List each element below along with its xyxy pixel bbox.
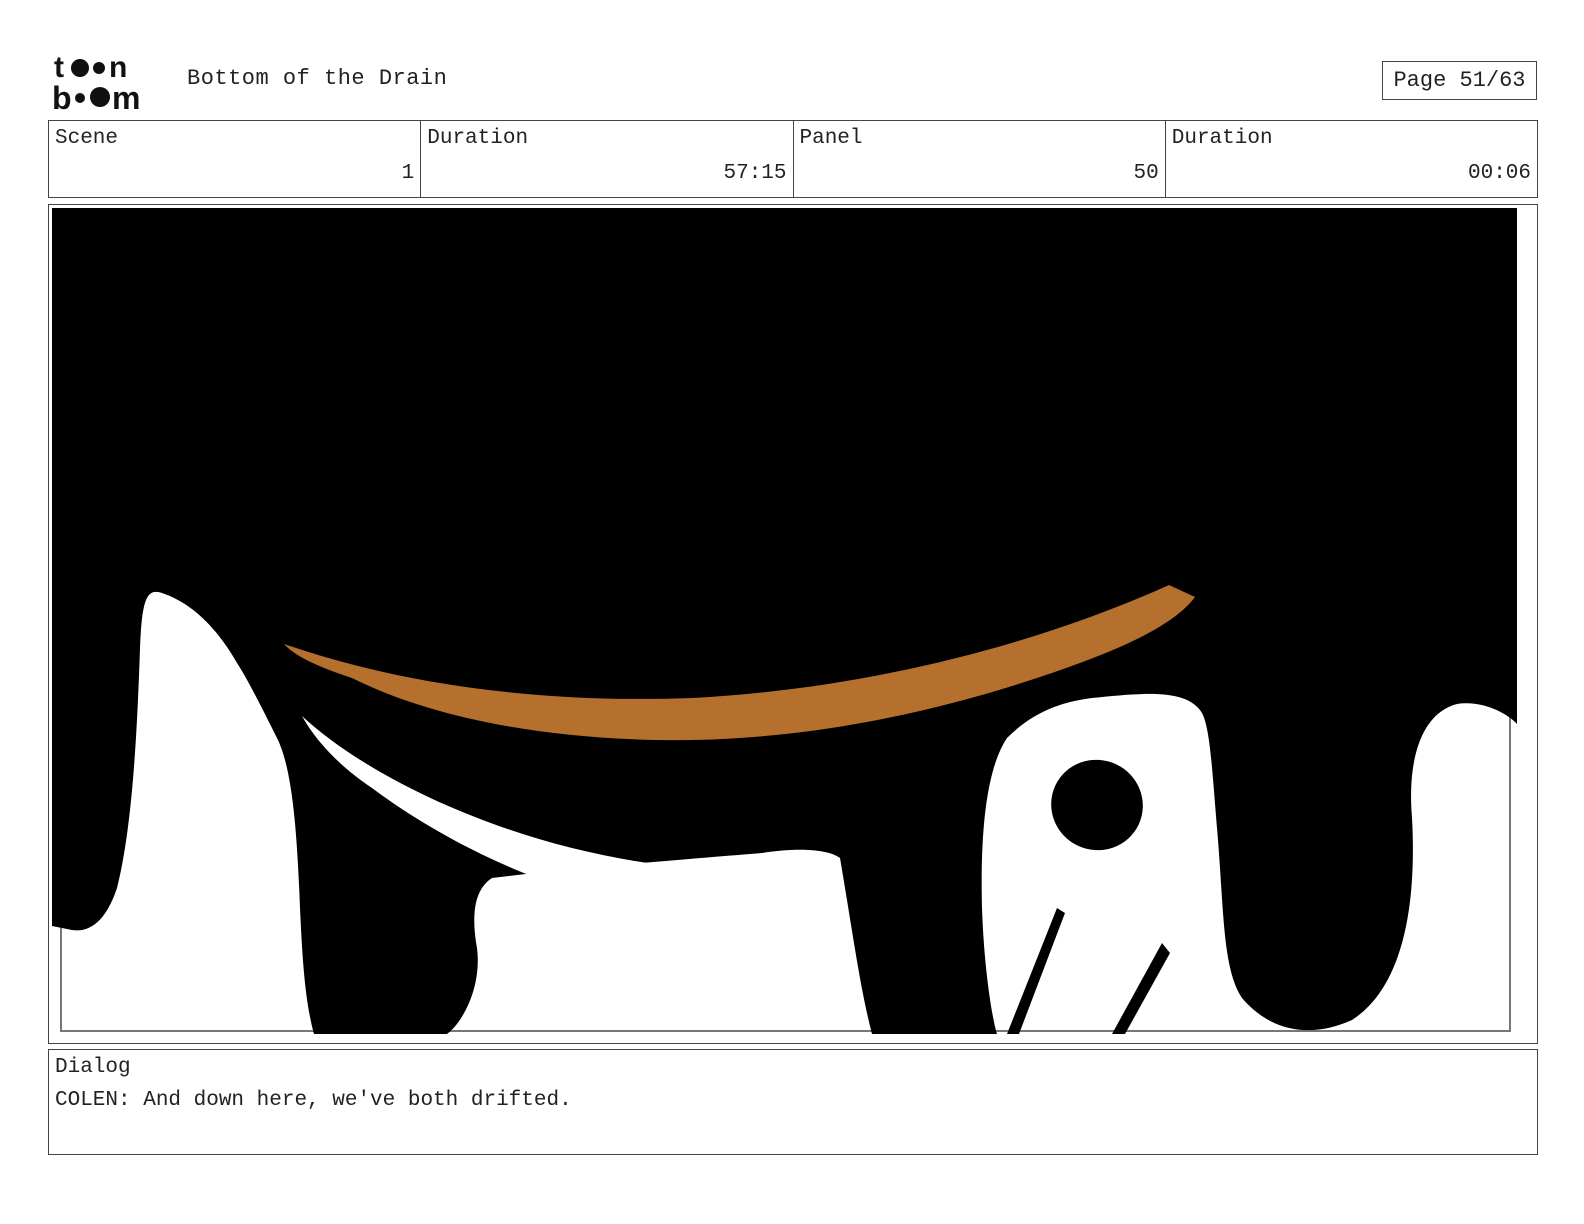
panel-value: 50 (1133, 162, 1159, 185)
scene-label: Scene (55, 127, 119, 150)
panel-duration-value: 00:06 (1467, 162, 1531, 185)
panel-drawing (52, 208, 1533, 1039)
panel-duration-cell: Duration 00:06 (1166, 121, 1537, 197)
svg-text:m: m (112, 80, 140, 112)
toon-boom-logo: t n b m (52, 51, 140, 112)
scene-duration-cell: Duration 57:15 (421, 121, 794, 197)
svg-text:b: b (52, 80, 72, 112)
project-title: Bottom of the Drain (187, 66, 448, 91)
panel-info-table: Scene 1 Duration 57:15 Panel 50 Duration… (48, 120, 1538, 198)
scene-cell: Scene 1 (49, 121, 422, 197)
panel-cell: Panel 50 (794, 121, 1166, 197)
storyboard-panel (48, 204, 1538, 1044)
dialog-text: COLEN: And down here, we've both drifted… (55, 1089, 572, 1112)
dialog-label: Dialog (55, 1056, 131, 1079)
panel-duration-label: Duration (1171, 127, 1273, 150)
scene-duration-value: 57:15 (723, 162, 787, 185)
dialog-section: Dialog COLEN: And down here, we've both … (48, 1049, 1538, 1155)
scene-duration-label: Duration (427, 127, 529, 150)
panel-label: Panel (799, 127, 863, 150)
scene-value: 1 (401, 162, 415, 185)
page-indicator: Page 51/63 (1382, 61, 1537, 100)
